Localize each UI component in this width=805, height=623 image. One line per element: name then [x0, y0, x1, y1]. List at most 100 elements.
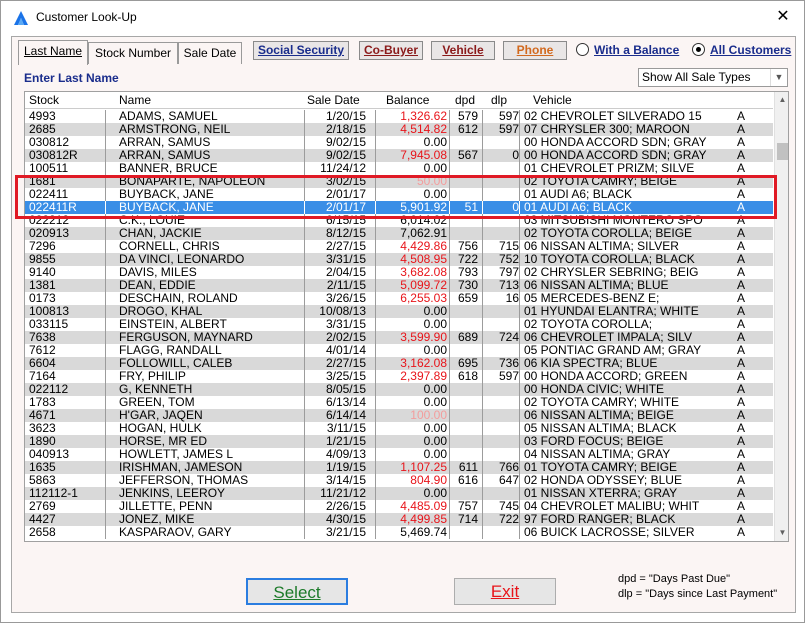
cell-balance: 1,326.62	[400, 110, 447, 123]
cell-stock: 9855	[29, 253, 56, 266]
table-row[interactable]: 7296 CORNELL, CHRIS 2/27/15 4,429.86 756 715 0…	[25, 240, 773, 253]
table-row[interactable]: 2685 ARMSTRONG, NEIL 2/18/15 4,514.82 612 597…	[25, 123, 773, 136]
tab-sale-date[interactable]: Sale Date	[178, 42, 242, 64]
column-separator	[105, 383, 106, 396]
column-separator	[482, 409, 483, 422]
select-button[interactable]: Select	[246, 578, 348, 605]
table-row[interactable]: 3623 HOGAN, HULK 3/11/15 0.00 05 NISSAN ALTI…	[25, 422, 773, 435]
table-row[interactable]: 033115 EINSTEIN, ALBERT 3/31/15 0.00 02 TOYO…	[25, 318, 773, 331]
phone-button[interactable]: Phone	[503, 41, 567, 60]
table-row[interactable]: 5863 JEFFERSON, THOMAS 3/14/15 804.90 616 647…	[25, 474, 773, 487]
cell-dpd	[452, 422, 478, 435]
cell-date: 4/09/13	[325, 448, 366, 461]
cell-name: DROGO, KHAL	[119, 305, 203, 318]
column-header-vehicle[interactable]: Vehicle	[533, 92, 613, 109]
table-row[interactable]: 1890 HORSE, MR ED 1/21/15 0.00 03 FORD FOCUS…	[25, 435, 773, 448]
table-row[interactable]: 100511 BANNER, BRUCE 11/24/12 0.00 01 CHEVRO…	[25, 162, 773, 175]
tab-stock-number[interactable]: Stock Number	[88, 42, 178, 64]
cell-date: 3/25/15	[325, 370, 366, 383]
all-customers-radio[interactable]: All Customers	[692, 42, 791, 58]
scroll-thumb[interactable]	[777, 143, 788, 160]
cell-vehicle: 00 HONDA ACCORD SDN; GRAY	[524, 136, 707, 149]
table-row[interactable]: 2658 KASPARAOV, GARY 3/21/15 5,469.74 06 BUI…	[25, 526, 773, 539]
exit-button-label: Exit	[490, 582, 520, 601]
table-row[interactable]: 030812 ARRAN, SAMUS 9/02/15 0.00 00 HONDA AC…	[25, 136, 773, 149]
table-row[interactable]: 7638 FERGUSON, MAYNARD 2/02/15 3,599.90 689 7…	[25, 331, 773, 344]
table-row[interactable]: 4671 H'GAR, JAQEN 6/14/14 100.00 06 NISSAN A…	[25, 409, 773, 422]
column-separator	[519, 422, 520, 435]
cell-balance: 4,508.95	[400, 253, 447, 266]
column-separator	[519, 253, 520, 266]
table-row[interactable]: 7612 FLAGG, RANDALL 4/01/14 0.00 05 PONTIAC …	[25, 344, 773, 357]
table-row[interactable]: 4427 JONEZ, MIKE 4/30/15 4,499.85 714 722 97 F…	[25, 513, 773, 526]
column-separator	[519, 396, 520, 409]
cell-vehicle: 01 HYUNDAI ELANTRA; WHITE	[524, 305, 699, 318]
close-icon[interactable]: ✕	[769, 5, 797, 29]
table-row[interactable]: 9855 DA VINCI, LEONARDO 3/31/15 4,508.95 722…	[25, 253, 773, 266]
customer-grid[interactable]: Stock Name Sale Date Balance dpd dlp Veh…	[24, 91, 789, 542]
table-row[interactable]: 030812R ARRAN, SAMUS 9/02/15 7,945.08 567 0 00…	[25, 149, 773, 162]
table-row[interactable]: 7164 FRY, PHILIP 3/25/15 2,397.89 618 597 00 H…	[25, 370, 773, 383]
column-header-balance[interactable]: Balance	[386, 92, 436, 109]
column-separator	[105, 526, 106, 539]
cell-dpd: 695	[457, 357, 478, 370]
cell-dlp: 597	[498, 123, 519, 136]
cell-dlp: 0	[512, 149, 519, 162]
table-row[interactable]: 9140 DAVIS, MILES 2/04/15 3,682.08 793 797 02 …	[25, 266, 773, 279]
column-header-name[interactable]: Name	[119, 92, 269, 109]
cell-dlp: 724	[498, 331, 519, 344]
column-separator	[105, 396, 106, 409]
column-separator	[482, 253, 483, 266]
column-separator	[519, 240, 520, 253]
tab-last-name[interactable]: Last Name	[18, 40, 88, 65]
cell-date: 2/04/15	[325, 266, 366, 279]
column-header-stock[interactable]: Stock	[29, 92, 99, 109]
cell-type: A	[737, 474, 746, 487]
table-row[interactable]: 112112-1 JENKINS, LEEROY 11/21/12 0.00 01 NI…	[25, 487, 773, 500]
column-separator	[482, 487, 483, 500]
cell-stock: 0173	[29, 292, 56, 305]
table-row[interactable]: 1381 DEAN, EDDIE 2/11/15 5,099.72 730 713 06 N…	[25, 279, 773, 292]
table-row[interactable]: 040913 HOWLETT, JAMES L 4/09/13 0.00 04 NISS…	[25, 448, 773, 461]
cell-vehicle: 06 NISSAN ALTIMA; BEIGE	[524, 409, 674, 422]
vehicle-button[interactable]: Vehicle	[431, 41, 495, 60]
cell-name: FOLLOWILL, CALEB	[119, 357, 233, 370]
title-bar[interactable]: Customer Look-Up ✕	[1, 1, 804, 33]
table-row[interactable]: 0173 DESCHAIN, ROLAND 3/26/15 6,255.03 659 16…	[25, 292, 773, 305]
table-row[interactable]: 100813 DROGO, KHAL 10/08/13 0.00 01 HYUNDAI …	[25, 305, 773, 318]
table-row[interactable]: 4993 ADAMS, SAMUEL 1/20/15 1,326.62 579 597 02…	[25, 110, 773, 123]
cell-name: ARRAN, SAMUS	[119, 136, 211, 149]
scroll-up-icon[interactable]: ▲	[775, 92, 788, 108]
chevron-down-icon[interactable]: ▼	[770, 69, 787, 86]
table-row[interactable]: 1635 IRISHMAN, JAMESON 1/19/15 1,107.25 611 7…	[25, 461, 773, 474]
highlight-box	[15, 175, 777, 219]
co-buyer-button[interactable]: Co-Buyer	[359, 41, 423, 60]
cell-vehicle: 02 TOYOTA COROLLA; BEIGE	[524, 227, 693, 240]
cell-dlp: 752	[498, 253, 519, 266]
vertical-scrollbar[interactable]: ▲ ▼	[774, 92, 788, 541]
column-header-sale-date[interactable]: Sale Date	[307, 92, 377, 109]
column-header-dpd[interactable]: dpd	[455, 92, 480, 109]
column-separator	[449, 435, 450, 448]
scroll-down-icon[interactable]: ▼	[775, 525, 788, 541]
table-row[interactable]: 020913 CHAN, JACKIE 8/12/15 7,062.91 02 TOYO…	[25, 227, 773, 240]
table-row[interactable]: 6604 FOLLOWILL, CALEB 2/27/15 3,162.08 695 73…	[25, 357, 773, 370]
sale-type-dropdown[interactable]: Show All Sale Types ▼	[638, 68, 788, 87]
with-balance-radio[interactable]: With a Balance	[576, 42, 679, 58]
exit-button[interactable]: Exit	[454, 578, 556, 605]
column-header-dlp[interactable]: dlp	[491, 92, 516, 109]
all-customers-label: All Customers	[710, 43, 792, 57]
cell-type: A	[737, 396, 746, 409]
column-separator	[482, 513, 483, 526]
cell-name: CHAN, JACKIE	[119, 227, 202, 240]
column-separator	[519, 435, 520, 448]
column-separator	[482, 162, 483, 175]
table-row[interactable]: 022112 G, KENNETH 8/05/15 0.00 00 HONDA CIVI…	[25, 383, 773, 396]
table-row[interactable]: 2769 JILLETTE, PENN 2/26/15 4,485.09 757 745 0…	[25, 500, 773, 513]
table-row[interactable]: 1783 GREEN, TOM 6/13/14 0.00 02 TOYOTA CAMRY…	[25, 396, 773, 409]
cell-balance: 7,945.08	[400, 149, 447, 162]
cell-name: JEFFERSON, THOMAS	[119, 474, 249, 487]
cell-type: A	[737, 357, 746, 370]
cell-dpd	[452, 396, 478, 409]
social-security-button[interactable]: Social Security	[253, 41, 349, 60]
